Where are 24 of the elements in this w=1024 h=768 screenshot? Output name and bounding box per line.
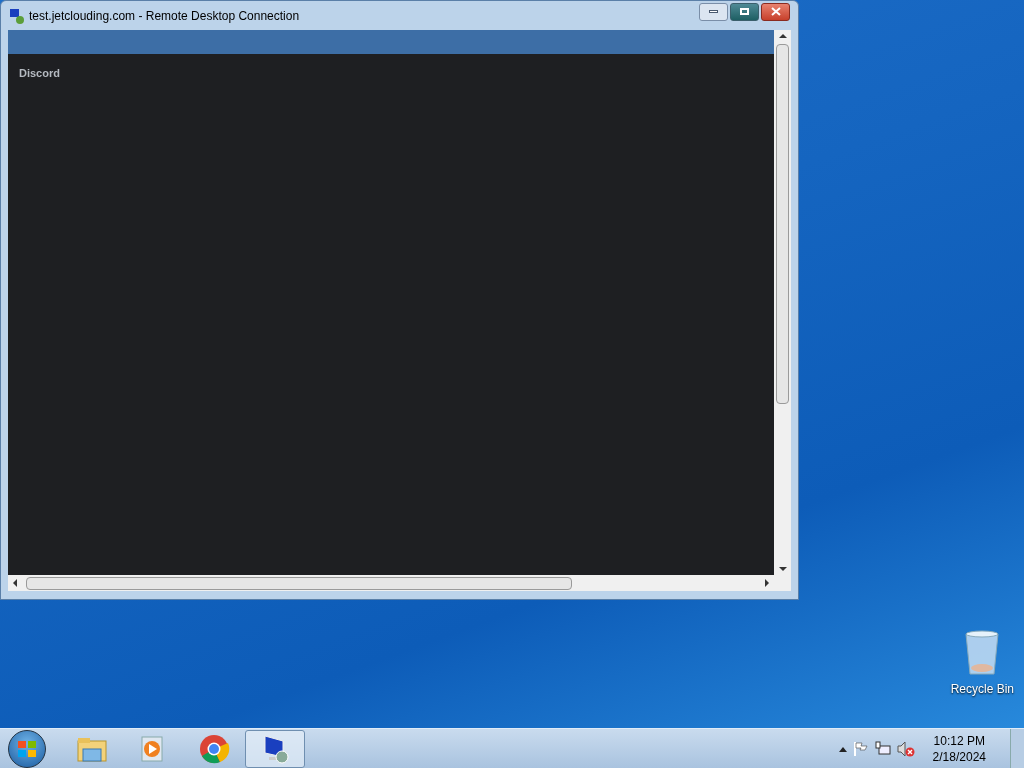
flag-icon[interactable] [852, 740, 869, 757]
maximize-button[interactable] [730, 2, 759, 21]
window-title: test.jetclouding.com - Remote Desktop Connection [29, 7, 300, 25]
minimize-button[interactable] [699, 2, 728, 21]
scroll-thumb[interactable] [26, 576, 572, 590]
clock-time: 10:12 PM [933, 732, 985, 749]
browser-icon [198, 732, 230, 765]
app-title: Discord [19, 67, 60, 79]
muted-speaker-icon[interactable] [896, 740, 915, 757]
vertical-scrollbar[interactable] [774, 30, 791, 575]
start-button[interactable] [8, 729, 46, 768]
close-icon [770, 7, 781, 16]
horizontal-scrollbar[interactable] [8, 575, 791, 591]
clock[interactable]: 10:12 PM 2/18/2024 [932, 732, 986, 765]
scroll-thumb[interactable] [776, 44, 789, 404]
show-hidden-icons[interactable] [838, 745, 847, 752]
clock-date: 2/18/2024 [932, 748, 986, 765]
remote-desktop-icon [9, 7, 25, 24]
windows-logo-icon [18, 740, 36, 757]
network-icon[interactable] [874, 740, 891, 757]
close-button[interactable] [761, 2, 790, 21]
taskbar-app-button[interactable] [245, 729, 305, 768]
recycle-bin-icon[interactable] [964, 630, 1001, 676]
desktop-icon-label[interactable]: Recycle Bin [950, 680, 1014, 698]
